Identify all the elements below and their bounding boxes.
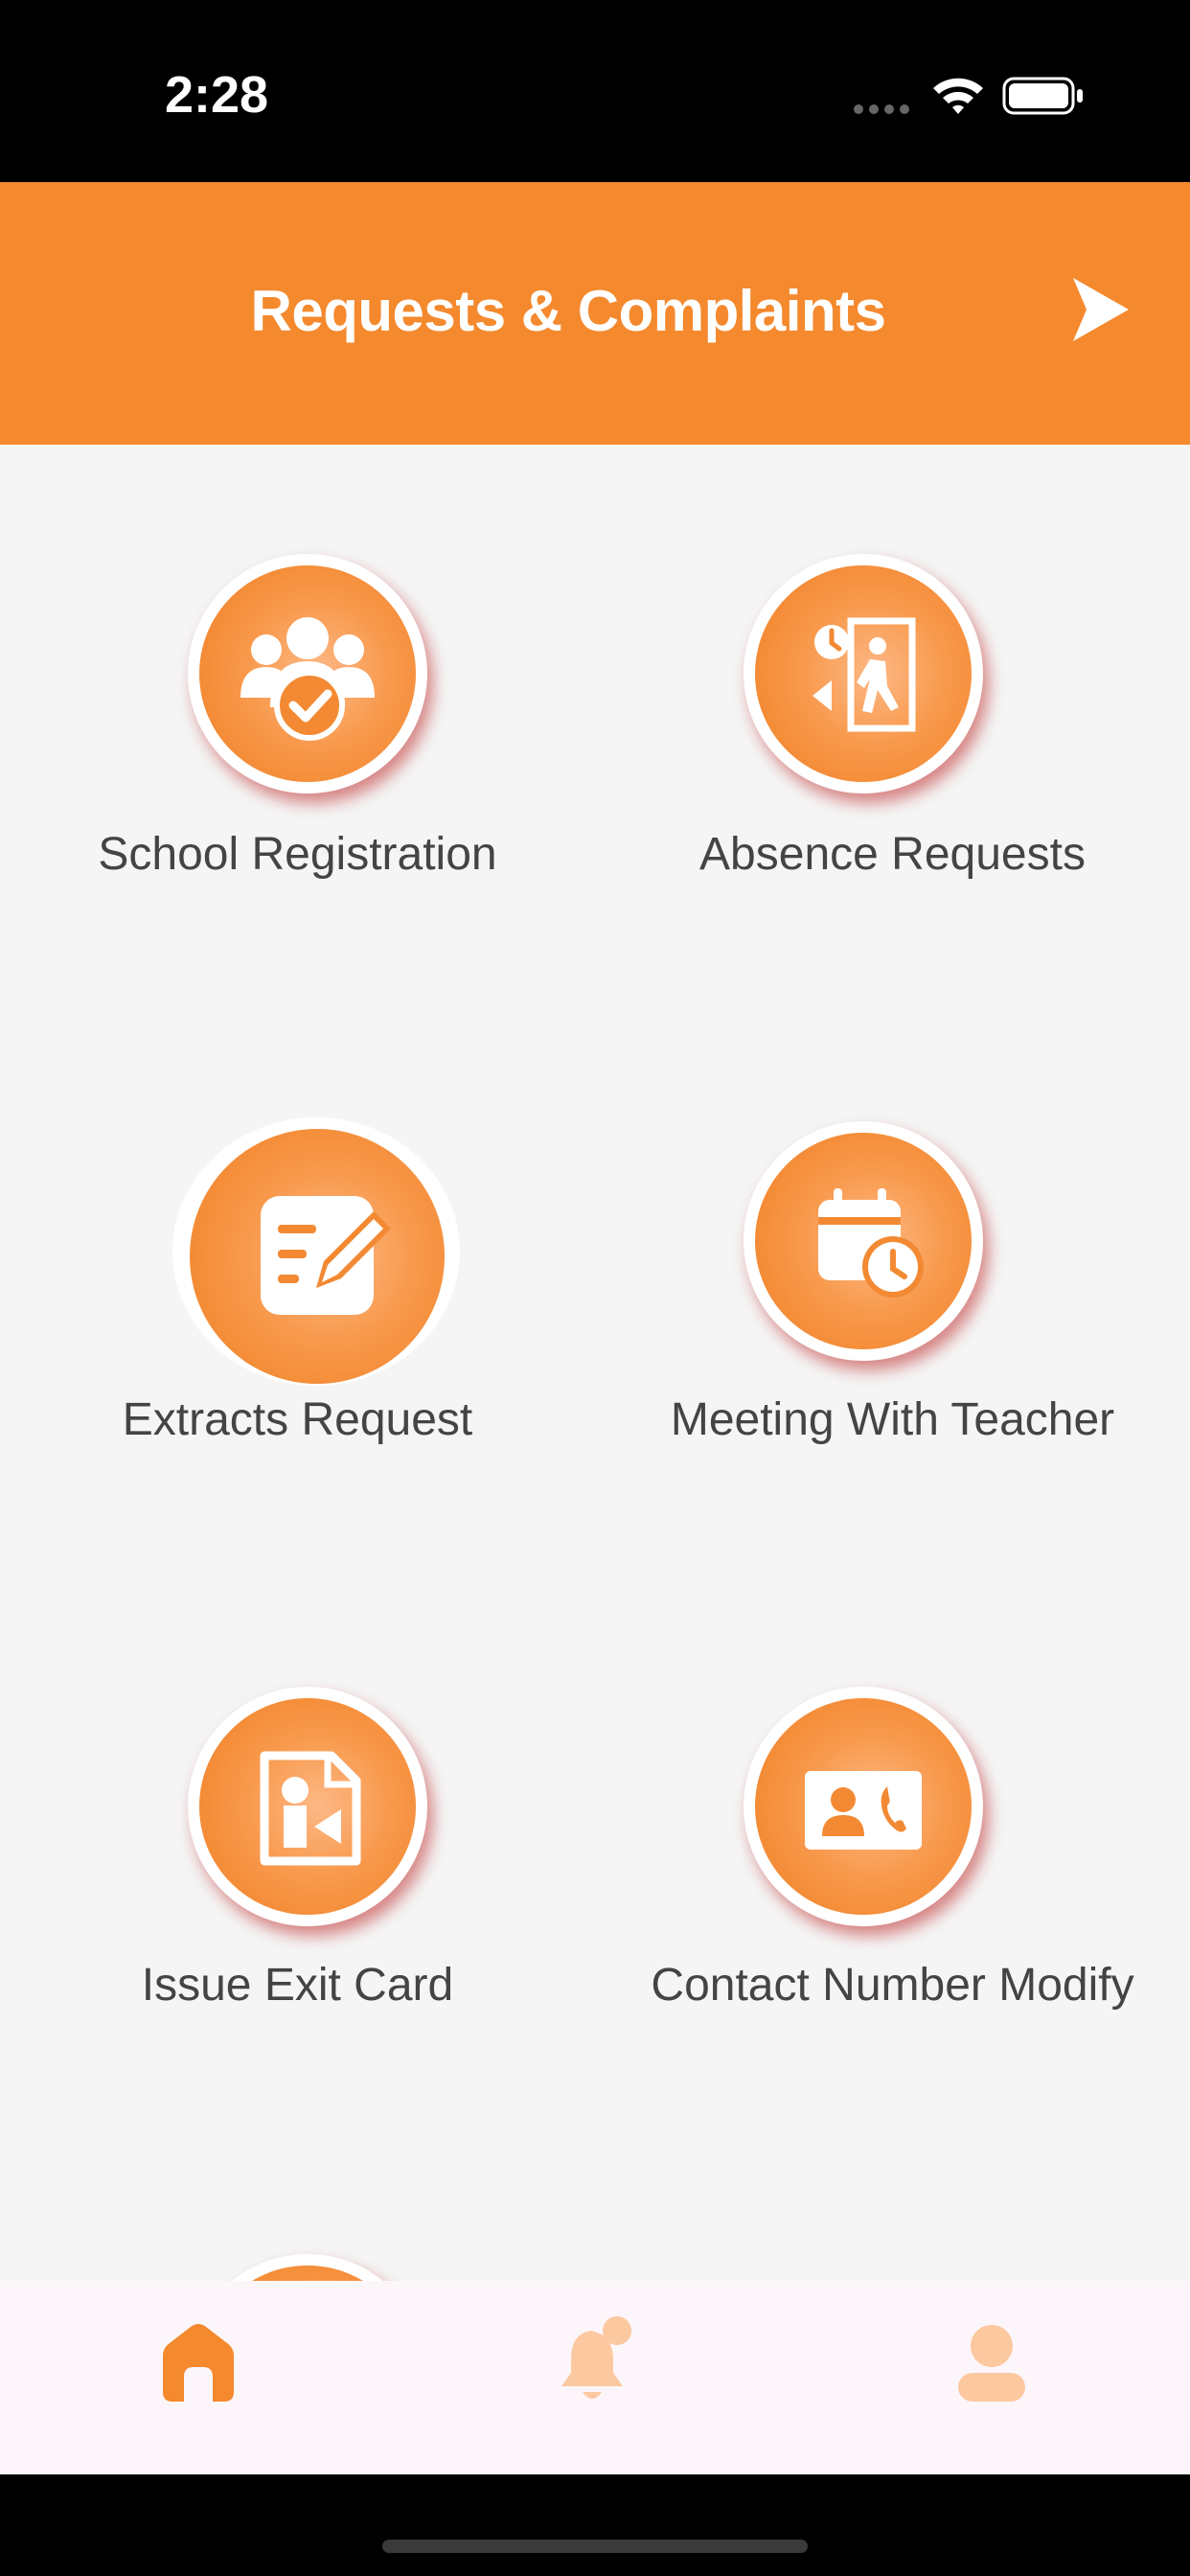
- tile-extracts-request[interactable]: Extracts Request: [0, 1010, 595, 1547]
- user-icon[interactable]: [939, 2310, 1044, 2415]
- tile-absence-requests[interactable]: Absence Requests: [595, 445, 1190, 981]
- calendar-clock-icon: [818, 1188, 924, 1298]
- app-header: Requests & Complaints: [0, 182, 1190, 445]
- tile-school-registration[interactable]: School Registration: [0, 445, 595, 981]
- card-exit-icon: [260, 1751, 361, 1866]
- tile-label: Issue Exit Card: [141, 1960, 454, 2011]
- status-time: 2:28: [165, 66, 269, 124]
- bottom-nav: [0, 2281, 1190, 2474]
- tile-label: Contact Number Modify: [651, 1960, 1134, 2011]
- home-indicator-area: [0, 2474, 1190, 2576]
- tile-contact-number-modify[interactable]: Contact Number Modify: [595, 1576, 1190, 2112]
- wifi-icon: [933, 78, 983, 114]
- bell-icon[interactable]: [542, 2310, 648, 2415]
- tile-meeting-with-teacher[interactable]: Meeting With Teacher: [595, 1010, 1190, 1547]
- tile-icon-circle: [744, 554, 983, 794]
- tile-label: Extracts Request: [122, 1394, 473, 1445]
- group-check-icon: [240, 617, 375, 741]
- tile-icon-circle: [744, 1121, 983, 1361]
- tile-label: Absence Requests: [699, 829, 1086, 880]
- tile-label: School Registration: [98, 829, 497, 880]
- tile-icon-circle-partial[interactable]: [188, 2254, 427, 2281]
- battery-icon: [1002, 77, 1083, 115]
- tile-icon-circle: [188, 1687, 427, 1926]
- home-indicator[interactable]: [382, 2540, 808, 2553]
- requests-grid: School Registration Absence Requests Ext…: [0, 445, 1190, 2281]
- document-edit-icon: [261, 1196, 391, 1315]
- cellular-signal-icon: [854, 104, 909, 114]
- tile-issue-exit-card[interactable]: Issue Exit Card: [0, 1576, 595, 2112]
- home-icon[interactable]: [146, 2310, 251, 2415]
- tile-icon-circle: [188, 554, 427, 794]
- contact-card-phone-icon: [805, 1771, 922, 1850]
- tile-label: Meeting With Teacher: [670, 1394, 1115, 1445]
- tile-icon-circle: [172, 1117, 460, 1386]
- tile-icon-circle: [744, 1687, 983, 1926]
- page-title: Requests & Complaints: [250, 279, 886, 343]
- exit-door-clock-icon: [812, 617, 916, 732]
- status-bar: 2:28: [0, 0, 1190, 182]
- forward-arrow-icon[interactable]: [1069, 276, 1131, 343]
